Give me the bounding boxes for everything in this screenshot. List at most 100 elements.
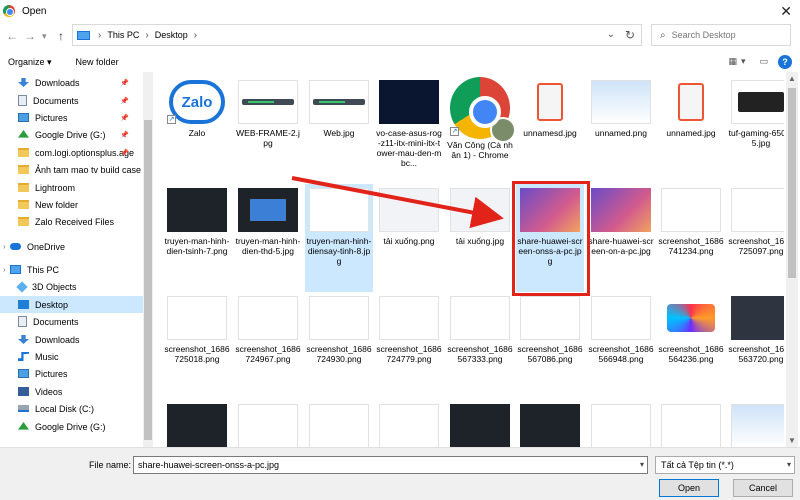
nav-item[interactable]: Local Disk (C:) (0, 400, 143, 417)
file-item[interactable]: screenshot_1686567086.png (516, 292, 584, 400)
file-name: tải xuống.jpg (455, 236, 505, 246)
chevron-right-icon[interactable]: › (194, 30, 197, 41)
file-item[interactable]: screenshot_16 (516, 400, 584, 447)
file-type-dropdown-icon[interactable]: ▾ (787, 460, 791, 469)
file-item[interactable]: unnamed.jpg (657, 76, 725, 184)
file-name-input[interactable]: share-huawei-screen-onss-a-pc.jpg ▾ (133, 456, 648, 474)
scroll-up-icon[interactable]: ▲ (788, 74, 796, 83)
file-item[interactable]: screenshot_16 (234, 400, 302, 447)
nav-item[interactable]: Desktop (0, 296, 143, 313)
file-item[interactable]: screenshot_1686567333.png (446, 292, 514, 400)
new-folder-button[interactable]: New folder (76, 57, 119, 67)
file-item[interactable]: truyen-man-hinh-dien-tsinh-7.png (163, 184, 231, 292)
help-icon[interactable]: ? (778, 55, 792, 69)
nav-item[interactable]: Downloads 📌 (0, 74, 143, 91)
file-item[interactable]: ↗ Văn Công (Cá nhân 1) - Chrome (446, 76, 516, 184)
search-input[interactable]: ⌕ Search Desktop (651, 24, 791, 46)
nav-item[interactable]: Pictures (0, 365, 143, 382)
file-item[interactable]: unnamed.png (587, 76, 655, 184)
view-grid-icon[interactable]: ▦ (728, 56, 737, 67)
breadcrumb-desktop[interactable]: Desktop (155, 30, 188, 40)
refresh-icon[interactable]: ↻ (625, 28, 635, 42)
file-item[interactable]: tải xuống.png (375, 184, 443, 292)
file-name: Zalo (188, 128, 206, 138)
file-thumbnail (379, 188, 439, 232)
file-item[interactable]: WEB-FRAME-2.jpg (234, 76, 302, 184)
file-item[interactable]: screenshot_16 (587, 400, 655, 447)
up-arrow-icon[interactable]: ↑ (58, 29, 64, 43)
file-item[interactable]: tải xuống.jpg (446, 184, 514, 292)
organize-menu[interactable]: Organize ▾ (8, 57, 52, 68)
scroll-down-icon[interactable]: ▼ (788, 436, 796, 445)
nav-item[interactable]: Documents (0, 313, 143, 330)
file-item[interactable]: tuf-gaming-650b-5.jpg (727, 76, 784, 184)
file-item[interactable]: share-huawei-screen-on-a-pc.jpg (587, 184, 655, 292)
this-pc-icon (10, 265, 21, 274)
file-thumbnail (309, 296, 369, 340)
nav-item[interactable]: 3D Objects (0, 278, 143, 295)
open-button[interactable]: Open (659, 479, 719, 497)
back-arrow-icon[interactable]: ← (6, 29, 18, 43)
nav-item[interactable]: Music (0, 348, 143, 365)
file-item[interactable]: screenshot_1686564236.png (657, 292, 725, 400)
file-item[interactable]: remove-water (727, 400, 784, 447)
file-item[interactable]: screenshot_16 (657, 400, 725, 447)
expand-chevron-icon[interactable]: › (3, 265, 6, 274)
address-bar[interactable]: › This PC › Desktop › ⌄ ↻ (72, 24, 642, 46)
nav-item[interactable]: Lightroom (0, 179, 143, 196)
nav-item[interactable]: › OneDrive (0, 238, 143, 255)
file-item[interactable]: screenshot_1686566948.png (587, 292, 655, 400)
file-item[interactable]: screenshot_1686563720.png (727, 292, 784, 400)
file-item[interactable]: screenshot_1686724967.png (234, 292, 302, 400)
nav-item[interactable]: Downloads (0, 331, 143, 348)
close-icon[interactable]: ✕ (780, 3, 792, 20)
file-item[interactable]: screenshot_16 (305, 400, 373, 447)
nav-item[interactable]: › This PC (0, 261, 143, 278)
file-item[interactable]: screenshot_1686725018.png (163, 292, 231, 400)
file-item[interactable]: screenshot_1686725097.png (727, 184, 784, 292)
content-scrollbar[interactable]: ▲ ▼ (786, 72, 798, 447)
chevron-right-icon[interactable]: › (145, 30, 148, 41)
nav-item[interactable]: Videos (0, 383, 143, 400)
folder-icon (18, 217, 29, 226)
breadcrumb-this-pc[interactable]: This PC (107, 30, 139, 40)
file-item[interactable]: unnamesd.jpg (516, 76, 584, 184)
file-item[interactable]: Zalo ↗ Zalo (163, 76, 231, 184)
file-item[interactable]: truyen-man-hinh-dien-thd-5.jpg (234, 184, 302, 292)
file-item[interactable]: screenshot_16 (375, 400, 443, 447)
expand-chevron-icon[interactable]: › (3, 242, 6, 251)
file-thumbnail (591, 80, 651, 124)
nav-item[interactable]: Pictures 📌 (0, 109, 143, 126)
file-item[interactable]: truyen-man-hinh-diensay-tinh-8.jpg (305, 184, 373, 292)
nav-item[interactable]: com.logi.optionsplus.age 📌 (0, 144, 143, 161)
address-dropdown-icon[interactable]: ⌄ (607, 29, 615, 40)
file-item[interactable]: screenshot_1686724779.png (375, 292, 443, 400)
navigation-scroll-thumb[interactable] (144, 120, 152, 440)
chevron-right-icon[interactable]: › (98, 30, 101, 41)
file-item[interactable]: screenshot_16 (446, 400, 514, 447)
file-item[interactable]: screenshot_1686724930.png (305, 292, 373, 400)
nav-item[interactable]: Documents 📌 (0, 92, 143, 109)
nav-item[interactable]: Ảnh tam mao tv build case (0, 161, 143, 178)
forward-arrow-icon[interactable]: → (24, 29, 36, 43)
preview-pane-icon[interactable]: ▭ (759, 56, 768, 67)
file-name-dropdown-icon[interactable]: ▾ (640, 460, 644, 469)
cancel-button[interactable]: Cancel (733, 479, 793, 497)
file-type-select[interactable]: Tất cả Tệp tin (*.*) ▾ (655, 456, 795, 474)
file-item[interactable]: vo-case-asus-rog-z11-itx-mini-itx-tower-… (375, 76, 443, 184)
nav-item[interactable]: Google Drive (G:) (0, 418, 143, 435)
view-options[interactable]: ▦ ▾ ▭ (728, 56, 768, 67)
this-pc-icon (77, 30, 90, 40)
file-item[interactable]: screenshot_16 (163, 400, 231, 447)
nav-item[interactable]: New folder (0, 196, 143, 213)
nav-item[interactable]: Zalo Received Files (0, 213, 143, 230)
file-item[interactable]: screenshot_1686741234.png (657, 184, 725, 292)
file-thumbnail (309, 404, 369, 447)
recent-locations-chevron-icon[interactable]: ▾ (42, 31, 47, 42)
document-icon (18, 316, 27, 327)
content-scroll-thumb[interactable] (788, 88, 796, 278)
file-item[interactable]: Web.jpg (305, 76, 373, 184)
nav-item[interactable]: Google Drive (G:) 📌 (0, 126, 143, 143)
navigation-scrollbar[interactable] (143, 72, 153, 447)
view-dropdown-icon[interactable]: ▾ (741, 56, 746, 67)
